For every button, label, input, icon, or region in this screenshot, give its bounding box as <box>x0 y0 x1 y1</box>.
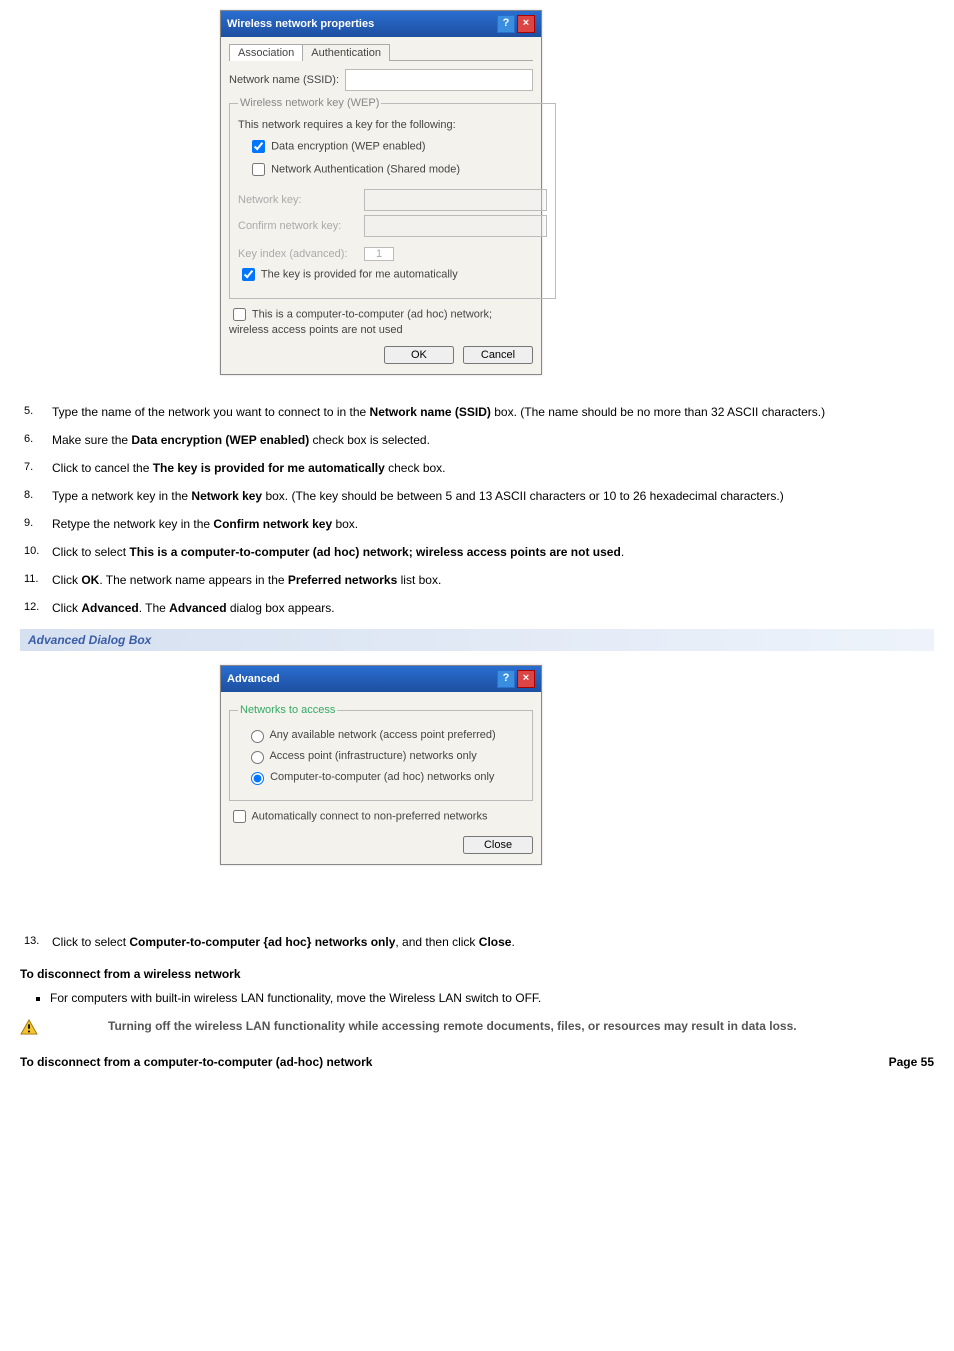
confirm-key-input[interactable] <box>364 215 547 237</box>
step-number: 13. <box>24 935 39 947</box>
step-text: Click to cancel the The key is provided … <box>52 461 446 475</box>
chk-auto-connect[interactable] <box>233 810 246 823</box>
wireless-properties-dialog: Wireless network properties ? × Associat… <box>220 10 542 375</box>
step-item: 10. Click to select This is a computer-to… <box>20 545 934 559</box>
subheading-disconnect: To disconnect from a wireless network <box>20 967 934 981</box>
confirm-key-label: Confirm network key: <box>238 220 358 232</box>
close-icon[interactable]: × <box>517 670 535 688</box>
wep-caption: This network requires a key for the foll… <box>238 119 547 131</box>
dialog-title: Wireless network properties <box>227 18 374 30</box>
networks-access-group: Networks to access Any available network… <box>229 704 533 801</box>
step-number: 8. <box>24 489 33 501</box>
section-header-advanced: Advanced Dialog Box <box>20 629 934 651</box>
step-text: Type a network key in the Network key bo… <box>52 489 784 503</box>
step-item: 13. Click to select Computer-to-computer … <box>20 935 934 949</box>
chk-auto-key-label: The key is provided for me automatically <box>261 268 458 280</box>
steps-list-1: 5. Type the name of the network you want … <box>20 405 934 615</box>
warning-box: Turning off the wireless LAN functionali… <box>20 1019 934 1035</box>
step-text: Click to select This is a computer-to-co… <box>52 545 624 559</box>
step-item: 5. Type the name of the network you want … <box>20 405 934 419</box>
step-item: 12. Click Advanced. The Advanced dialog b… <box>20 601 934 615</box>
ssid-label: Network name (SSID): <box>229 74 339 86</box>
step-text: Make sure the Data encryption (WEP enabl… <box>52 433 430 447</box>
chk-adhoc-label: This is a computer-to-computer (ad hoc) … <box>229 308 492 336</box>
help-icon[interactable]: ? <box>497 670 515 688</box>
close-icon[interactable]: × <box>517 15 535 33</box>
keyindex-label: Key index (advanced): <box>238 248 358 260</box>
step-number: 10. <box>24 545 39 557</box>
dialog2-title: Advanced <box>227 673 280 685</box>
close-button[interactable]: Close <box>463 836 533 854</box>
step-item: 11. Click OK. The network name appears in… <box>20 573 934 587</box>
radio-adhoc-only[interactable] <box>251 772 264 785</box>
network-key-label: Network key: <box>238 194 358 206</box>
step-item: 9. Retype the network key in the Confirm … <box>20 517 934 531</box>
help-icon[interactable]: ? <box>497 15 515 33</box>
radio-any-available-label: Any available network (access point pref… <box>269 729 495 741</box>
step-item: 7. Click to cancel the The key is provide… <box>20 461 934 475</box>
radio-access-point-label: Access point (infrastructure) networks o… <box>269 750 476 762</box>
chk-data-encryption[interactable] <box>252 140 265 153</box>
radio-adhoc-only-label: Computer-to-computer (ad hoc) networks o… <box>270 771 494 783</box>
tab-association[interactable]: Association <box>229 44 303 61</box>
networks-access-legend: Networks to access <box>238 704 337 716</box>
bullet-list-disconnect: For computers with built-in wireless LAN… <box>20 991 934 1005</box>
warning-icon <box>20 1019 38 1035</box>
network-key-input[interactable] <box>364 189 547 211</box>
step-number: 5. <box>24 405 33 417</box>
step-number: 12. <box>24 601 39 613</box>
ok-button[interactable]: OK <box>384 346 454 364</box>
step-item: 8. Type a network key in the Network key … <box>20 489 934 503</box>
step-text: Type the name of the network you want to… <box>52 405 825 419</box>
dialog-titlebar: Wireless network properties ? × <box>221 11 541 37</box>
step-text: Click Advanced. The Advanced dialog box … <box>52 601 335 615</box>
chk-auto-connect-label: Automatically connect to non-preferred n… <box>251 810 487 822</box>
cancel-button[interactable]: Cancel <box>463 346 533 364</box>
steps-list-2: 13. Click to select Computer-to-computer … <box>20 935 934 949</box>
radio-any-available[interactable] <box>251 730 264 743</box>
step-number: 9. <box>24 517 33 529</box>
footer-right: Page 55 <box>889 1055 934 1069</box>
advanced-dialog: Advanced ? × Networks to access Any avai… <box>220 665 542 865</box>
step-text: Retype the network key in the Confirm ne… <box>52 517 358 531</box>
step-item: 6. Make sure the Data encryption (WEP ena… <box>20 433 934 447</box>
chk-adhoc[interactable] <box>233 308 246 321</box>
keyindex-stepper[interactable]: 1 <box>364 247 394 261</box>
step-text: Click to select Computer-to-computer {ad… <box>52 935 515 949</box>
step-number: 6. <box>24 433 33 445</box>
step-number: 7. <box>24 461 33 473</box>
chk-data-encryption-label: Data encryption (WEP enabled) <box>271 140 426 152</box>
chk-net-auth-label: Network Authentication (Shared mode) <box>271 163 460 175</box>
chk-auto-key[interactable] <box>242 268 255 281</box>
wep-legend: Wireless network key (WEP) <box>238 97 381 109</box>
footer-left: To disconnect from a computer-to-compute… <box>20 1055 372 1069</box>
warning-text: Turning off the wireless LAN functionali… <box>108 1019 797 1033</box>
step-text: Click OK. The network name appears in th… <box>52 573 441 587</box>
tab-authentication[interactable]: Authentication <box>302 44 390 61</box>
bullet-item: For computers with built-in wireless LAN… <box>50 991 934 1005</box>
page-footer: To disconnect from a computer-to-compute… <box>20 1055 934 1069</box>
step-number: 11. <box>24 573 38 585</box>
radio-access-point[interactable] <box>251 751 264 764</box>
wep-group: Wireless network key (WEP) This network … <box>229 97 556 299</box>
ssid-input[interactable] <box>345 69 533 91</box>
dialog2-titlebar: Advanced ? × <box>221 666 541 692</box>
chk-net-auth[interactable] <box>252 163 265 176</box>
